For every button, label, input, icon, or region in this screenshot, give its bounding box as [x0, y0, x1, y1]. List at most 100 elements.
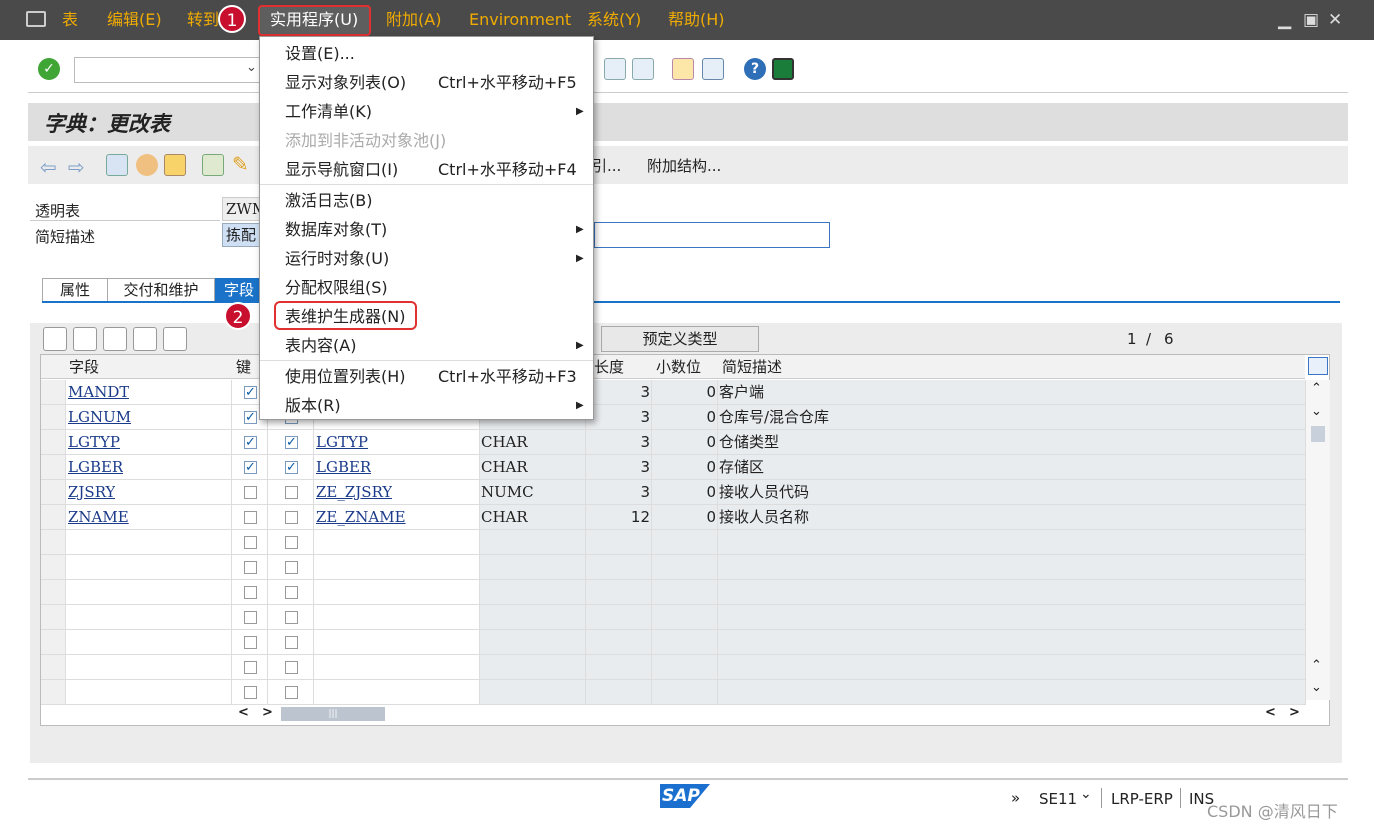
menu-item[interactable]: 工作清单(K) ▶	[260, 97, 593, 126]
scroll-right-end-icon[interactable]: >	[1289, 705, 1300, 720]
key-checkbox[interactable]	[244, 561, 257, 574]
scroll-left-icon[interactable]: <	[238, 705, 249, 720]
tab-fields[interactable]: 字段	[215, 278, 263, 302]
menu-edit[interactable]: 编辑(E)	[107, 0, 162, 40]
tab-attributes[interactable]: 属性	[42, 278, 108, 302]
initial-value-checkbox[interactable]	[285, 561, 298, 574]
initial-value-checkbox[interactable]	[285, 536, 298, 549]
field-description[interactable]: 接收人员名称	[719, 505, 809, 529]
field-name[interactable]: LGTYP	[68, 430, 120, 454]
close-icon[interactable]: ✕	[1328, 10, 1342, 30]
field-length[interactable]: 3	[586, 380, 650, 404]
field-length[interactable]: 3	[586, 480, 650, 504]
key-checkbox[interactable]	[244, 536, 257, 549]
field-decimals[interactable]: 0	[652, 480, 716, 504]
field-name[interactable]: LGNUM	[68, 405, 131, 429]
menu-goto[interactable]: 转到	[187, 0, 219, 40]
data-type[interactable]: CHAR	[481, 455, 528, 479]
field-description[interactable]: 接收人员代码	[719, 480, 809, 504]
page-up-icon[interactable]: ⌃	[1311, 658, 1322, 673]
check-icon[interactable]	[136, 154, 158, 176]
data-element[interactable]: ZE_ZJSRY	[316, 480, 392, 504]
command-field[interactable]	[74, 57, 264, 83]
table-cell[interactable]	[41, 430, 66, 455]
enter-check-icon[interactable]: ✓	[38, 58, 60, 80]
display-change-icon[interactable]	[106, 154, 128, 176]
scroll-right-icon[interactable]: >	[262, 705, 273, 720]
initial-value-checkbox[interactable]	[285, 511, 298, 524]
menu-extras[interactable]: 附加(A)	[386, 0, 441, 40]
key-checkbox[interactable]	[244, 436, 257, 449]
short-desc-field[interactable]: 拣配	[222, 223, 262, 247]
help-icon[interactable]: ?	[744, 58, 766, 80]
menu-system[interactable]: 系统(Y)	[587, 0, 641, 40]
table-cell[interactable]	[41, 505, 66, 530]
field-decimals[interactable]: 0	[652, 505, 716, 529]
data-element[interactable]: LGTYP	[316, 430, 368, 454]
field-length[interactable]: 3	[586, 430, 650, 454]
field-decimals[interactable]: 0	[652, 380, 716, 404]
short-desc-field-extension[interactable]	[594, 222, 830, 248]
initial-value-checkbox[interactable]	[285, 586, 298, 599]
table-cell[interactable]	[41, 530, 66, 555]
menu-item[interactable]: 表内容(A) ▶	[260, 331, 593, 360]
column-settings-icon[interactable]	[1308, 357, 1328, 375]
menu-help[interactable]: 帮助(H)	[668, 0, 725, 40]
field-name[interactable]: MANDT	[68, 380, 129, 404]
wand-icon[interactable]: ✎	[232, 152, 249, 176]
indexes-button[interactable]: 引...	[592, 155, 621, 176]
menu-item[interactable]: 显示导航窗口(I) Ctrl+水平移动+F4	[260, 155, 593, 184]
field-decimals[interactable]: 0	[652, 455, 716, 479]
field-description[interactable]: 仓库号/混合仓库	[719, 405, 829, 429]
table-cell[interactable]	[41, 580, 66, 605]
minimize-icon[interactable]: ▁	[1278, 10, 1291, 30]
forward-icon[interactable]: ⇨	[68, 155, 85, 179]
download-icon[interactable]	[604, 58, 626, 80]
table-cell[interactable]	[41, 630, 66, 655]
activate-icon[interactable]	[164, 154, 186, 176]
table-cell[interactable]	[41, 605, 66, 630]
key-checkbox[interactable]	[244, 411, 257, 424]
shortcut-icon[interactable]	[702, 58, 724, 80]
table-cell[interactable]	[41, 680, 66, 705]
field-length[interactable]: 3	[586, 455, 650, 479]
table-cell[interactable]	[41, 480, 66, 505]
menu-item[interactable]: 运行时对象(U) ▶	[260, 244, 593, 273]
menu-environment[interactable]: Environment	[469, 0, 571, 40]
initial-value-checkbox[interactable]	[285, 611, 298, 624]
menu-table[interactable]: 表	[62, 0, 78, 40]
table-cell[interactable]	[41, 405, 66, 430]
key-checkbox[interactable]	[244, 611, 257, 624]
initial-value-checkbox[interactable]	[285, 461, 298, 474]
page-down-icon[interactable]: ⌄	[1311, 680, 1322, 695]
paste-icon[interactable]	[103, 327, 127, 351]
predefined-type-button[interactable]: 预定义类型	[601, 326, 759, 352]
menu-item[interactable]: 激活日志(B)	[260, 186, 593, 215]
tab-delivery-maintenance[interactable]: 交付和维护	[107, 278, 215, 302]
data-type[interactable]: NUMC	[481, 480, 534, 504]
field-description[interactable]: 仓储类型	[719, 430, 779, 454]
key-checkbox[interactable]	[244, 636, 257, 649]
cut-icon[interactable]	[43, 327, 67, 351]
field-description[interactable]: 客户端	[719, 380, 764, 404]
key-checkbox[interactable]	[244, 386, 257, 399]
initial-value-checkbox[interactable]	[285, 636, 298, 649]
table-cell[interactable]	[41, 380, 66, 405]
copy-icon[interactable]	[73, 327, 97, 351]
menu-item[interactable]: 设置(E)...	[260, 39, 593, 68]
sap-menu-icon[interactable]	[26, 11, 46, 27]
back-icon[interactable]: ⇦	[40, 155, 57, 179]
field-name[interactable]: ZJSRY	[68, 480, 115, 504]
chevron-down-icon[interactable]: ⌄	[246, 60, 257, 75]
append-structure-button[interactable]: 附加结构...	[647, 155, 721, 176]
status-chevron-down-icon[interactable]: ⌄	[1080, 786, 1092, 802]
maximize-icon[interactable]: ▣	[1303, 10, 1319, 30]
key-checkbox[interactable]	[244, 486, 257, 499]
field-name[interactable]: LGBER	[68, 455, 123, 479]
table-cell[interactable]	[41, 555, 66, 580]
upload-icon[interactable]	[632, 58, 654, 80]
where-used-icon[interactable]	[202, 154, 224, 176]
field-length[interactable]: 12	[586, 505, 650, 529]
key-checkbox[interactable]	[244, 511, 257, 524]
table-cell[interactable]	[41, 455, 66, 480]
